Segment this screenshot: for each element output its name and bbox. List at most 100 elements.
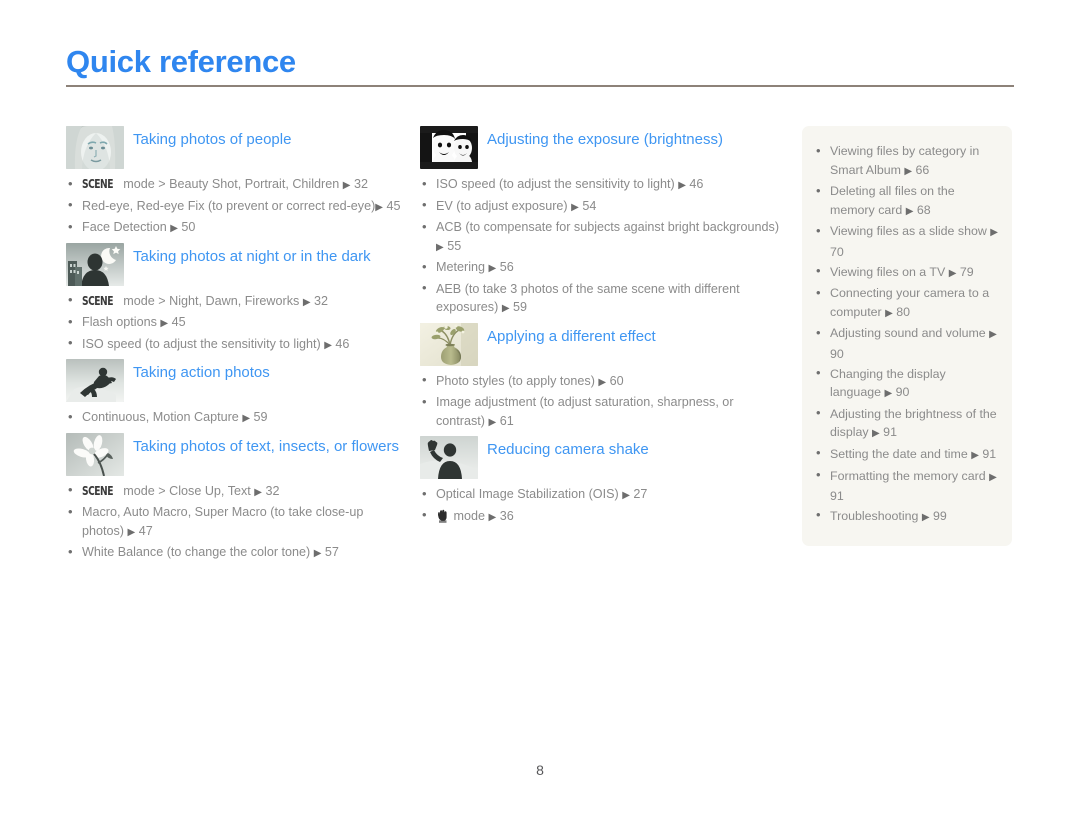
page-reference-number: 32 [314,293,329,308]
page-reference-number: 90 [895,385,910,400]
night-scene-photo-icon [66,242,124,286]
page-reference-number: 91 [883,425,897,440]
section-title: Taking photos of people [133,131,292,148]
page-reference-arrow-icon: ▶ [488,511,497,523]
list-item-text: mode > Close Up, Text [119,483,255,498]
list-item: EV (to adjust exposure) ▶ 54 [420,196,780,218]
page-reference-number: 45 [386,198,401,213]
list-item: Troubleshooting ▶ 99 [814,506,998,528]
section-title: Taking action photos [133,364,270,381]
page-reference-arrow-icon: ▶ [989,329,997,341]
list-item-text: Adjusting sound and volume [830,326,990,341]
content-column-two: Adjusting the exposure (brightness) ISO s… [420,126,780,531]
list-item-text: Image adjustment (to adjust saturation, … [436,395,734,428]
page-reference-arrow-icon: ▶ [971,449,979,461]
list-item-text: Troubleshooting [830,508,922,523]
list-item: SCENE mode > Beauty Shot, Portrait, Chil… [66,175,406,196]
reference-section: Taking photos at night or in the dark SCE… [66,242,406,356]
page-reference-number: 50 [181,220,196,234]
list-item-text: ISO speed (to adjust the sensitivity to … [82,336,325,351]
list-item-text: ISO speed (to adjust the sensitivity to … [436,177,679,191]
list-item-text: White Balance (to change the color tone) [82,545,314,559]
sidebar-list: Viewing files by category in Smart Album… [814,141,998,528]
page-reference-arrow-icon: ▶ [948,267,957,279]
list-item: Red-eye, Red-eye Fix (to prevent or corr… [66,196,406,218]
section-list: ISO speed (to adjust the sensitivity to … [420,175,780,319]
page-reference-arrow-icon: ▶ [598,376,607,388]
reference-section: Taking photos of text, insects, or flowe… [66,432,406,564]
reference-section: Reducing camera shake Optical Image Stabi… [420,436,780,527]
section-list: SCENE mode > Close Up, Text ▶ 32Macro, A… [66,481,406,564]
reference-section: Taking photos of people SCENE mode > Beau… [66,126,406,239]
page-reference-number: 79 [959,264,974,279]
page-reference-arrow-icon: ▶ [127,526,136,538]
list-item: Adjusting sound and volume ▶ 90 [814,324,998,363]
list-item-text: mode [450,508,489,523]
section-title: Applying a different effect [487,327,656,345]
list-item-text: Flash options [82,315,161,329]
waving-person-shake-photo-icon [420,436,478,479]
page-reference-arrow-icon: ▶ [488,263,497,274]
list-item: Formatting the memory card ▶ 91 [814,466,998,506]
list-item-text: Deleting all files on the memory card [830,184,955,217]
list-item-text: Optical Image Stabilization (OIS) [436,487,623,501]
vase-flowers-effect-photo-icon [420,322,478,366]
list-item-text: Viewing files as a slide show [830,224,991,239]
page-reference-number: 91 [830,489,844,504]
list-item: Face Detection ▶ 50 [66,218,406,239]
page-reference-arrow-icon: ▶ [571,201,579,213]
list-item: Connecting your camera to a computer ▶ 8… [814,284,998,323]
list-item-text: ACB (to compensate for subjects against … [436,220,780,234]
reference-section: Adjusting the exposure (brightness) ISO s… [420,126,780,319]
page-reference-number: 60 [609,373,624,388]
section-list: SCENE mode > Night, Dawn, Fireworks ▶ 32… [66,291,406,356]
list-item-text: Photo styles (to apply tones) [436,373,599,388]
section-title: Adjusting the exposure (brightness) [487,131,723,148]
page-reference-arrow-icon: ▶ [678,180,686,191]
section-list: Optical Image Stabilization (OIS) ▶ 27 m… [420,485,780,527]
page-reference-number: 68 [916,202,931,217]
page-reference-arrow-icon: ▶ [375,201,383,213]
list-item: Deleting all files on the memory card ▶ … [814,182,998,221]
page-reference-number: 56 [499,260,514,274]
list-item: Setting the date and time ▶ 91 [814,444,998,466]
page-reference-arrow-icon: ▶ [488,416,497,428]
section-header: Taking action photos [66,359,406,402]
section-header: Applying a different effect [420,322,780,366]
page-title: Quick reference [66,44,296,79]
title-divider [66,85,1014,87]
page-reference-arrow-icon: ▶ [989,471,997,483]
page-reference-number: 45 [171,315,186,329]
portrait-face-photo-icon [66,126,124,169]
list-item-text: Continuous, Motion Capture [82,410,243,424]
page-reference-number: 90 [830,346,844,361]
list-item-text: Setting the date and time [830,446,972,461]
page-reference-number: 91 [982,446,997,461]
page-reference-number: 57 [324,545,339,559]
list-item: SCENE mode > Night, Dawn, Fireworks ▶ 32 [66,291,406,313]
page-reference-arrow-icon: ▶ [885,307,893,319]
document-page: Quick reference Taking photos of people S… [0,0,1080,815]
section-header: Adjusting the exposure (brightness) [420,126,780,169]
scene-mode-glyph: SCENE [82,292,113,308]
list-item-text: Macro, Auto Macro, Super Macro (to take … [82,505,364,538]
list-item-text: Red-eye, Red-eye Fix (to prevent or corr… [82,198,376,213]
reference-section: Applying a different effect Photo styles … [420,322,780,433]
page-reference-number: 27 [633,487,648,501]
list-item: mode ▶ 36 [420,506,780,528]
list-item-text: Adjusting the brightness of the display [830,406,997,440]
section-header: Taking photos of people [66,126,406,169]
page-reference-arrow-icon: ▶ [254,486,262,498]
hand-shake-mode-icon [436,509,450,523]
page-reference-number: 32 [265,483,280,498]
page-reference-number: 66 [915,162,930,177]
snowboarder-action-photo-icon [66,359,124,402]
page-reference-number: 46 [335,336,350,351]
list-item: Flash options ▶ 45 [66,313,406,334]
page-reference-arrow-icon: ▶ [501,303,510,314]
playback-settings-panel: Viewing files by category in Smart Album… [802,126,1012,547]
list-item: Optical Image Stabilization (OIS) ▶ 27 [420,485,780,506]
section-list: Photo styles (to apply tones) ▶ 60 Image … [420,371,780,433]
scene-mode-glyph: SCENE [82,176,113,191]
list-item: Image adjustment (to adjust saturation, … [420,393,780,432]
